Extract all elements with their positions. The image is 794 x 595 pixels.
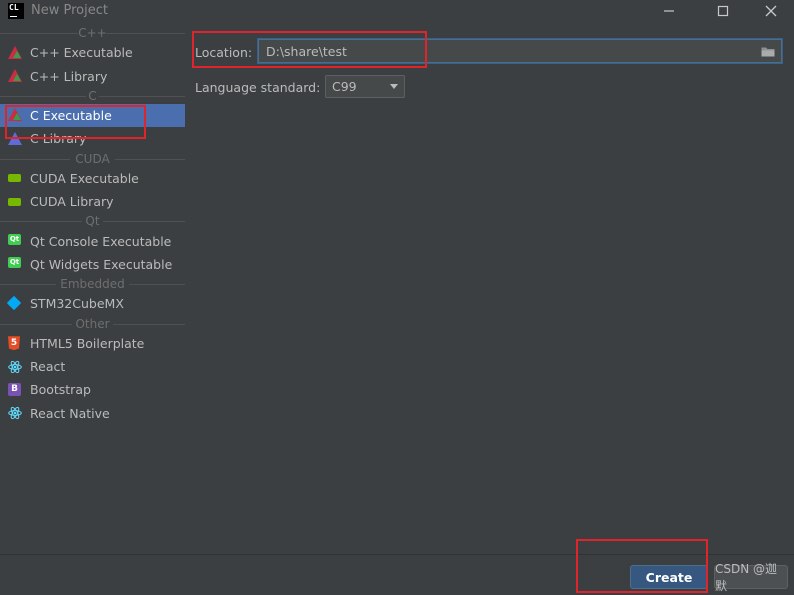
sidebar-item-label: STM32CubeMX [30,296,124,312]
sidebar-item-label: C Executable [30,107,112,123]
sidebar-item-html5-boilerplate[interactable]: 5 HTML5 Boilerplate [0,332,185,355]
stm32-cube-icon [6,295,22,311]
sidebar-item-label: Bootstrap [30,382,91,398]
clion-triangle-icon [8,69,22,83]
sidebar-item-label: React [30,359,66,375]
close-icon [765,5,777,17]
group-separator-cpp: C++ [0,25,185,41]
sidebar-item-label: C Library [30,131,87,147]
clion-logo-icon: CL [8,3,24,19]
maximize-button[interactable] [700,0,746,22]
project-settings-panel: Location: Language standard: C99 [185,25,794,554]
qt-icon: Qt [8,234,21,246]
maximize-icon [717,5,729,17]
group-label-other: Other [75,316,110,331]
sidebar-item-cuda-executable[interactable]: CUDA Executable [0,167,185,190]
react-icon [8,406,22,420]
sidebar-item-bootstrap[interactable]: B Bootstrap [0,378,185,401]
sidebar-item-cpp-executable[interactable]: C++ Executable [0,41,185,64]
app-logo-text: CL [9,3,19,12]
sidebar-item-label: HTML5 Boilerplate [30,335,145,351]
sidebar-item-c-library[interactable]: C Library [0,127,185,150]
title-bar: CL New Project [0,0,794,22]
group-label-embedded: Embedded [60,277,125,292]
react-icon [8,360,22,374]
sidebar-item-label: React Native [30,405,110,421]
location-input[interactable] [258,39,782,63]
group-separator-qt: Qt [0,213,185,229]
bootstrap-icon: B [8,382,22,397]
sidebar-item-cpp-library[interactable]: C++ Library [0,64,185,87]
sidebar-item-cuda-library[interactable]: CUDA Library [0,190,185,213]
group-separator-embedded: Embedded [0,276,185,292]
clion-triangle-icon [8,131,22,146]
minimize-button[interactable] [646,0,692,22]
sidebar-item-react[interactable]: React [0,355,185,378]
group-separator-c: C [0,88,185,104]
group-label-cpp: C++ [78,26,107,40]
sidebar-item-label: C++ Library [30,68,108,84]
group-label-cuda: CUDA [75,151,110,166]
project-type-sidebar: C++ C++ Executable C++ Library C C Execu… [0,25,185,554]
sidebar-item-stm32cubemx[interactable]: STM32CubeMX [0,292,185,315]
language-standard-value: C99 [332,79,357,94]
sidebar-item-qt-widgets-executable[interactable]: Qt Qt Widgets Executable [0,253,185,276]
sidebar-item-label: CUDA Executable [30,170,139,186]
language-standard-label: Language standard: [195,80,321,95]
qt-icon: Qt [8,257,21,269]
create-button[interactable]: Create [630,565,708,589]
nvidia-icon [8,195,22,209]
sidebar-item-label: C++ Executable [30,45,133,61]
clion-triangle-icon [8,45,22,60]
sidebar-item-qt-console-executable[interactable]: Qt Qt Console Executable [0,229,185,252]
sidebar-item-label: Qt Widgets Executable [30,256,173,272]
chevron-down-icon [390,84,398,89]
sidebar-item-label: CUDA Library [30,194,114,210]
folder-icon [761,47,775,57]
group-separator-cuda: CUDA [0,151,185,167]
group-label-c: C [88,88,97,103]
minimize-icon [664,10,674,12]
group-separator-other: Other [0,316,185,332]
nvidia-icon [8,171,22,185]
sidebar-item-label: Qt Console Executable [30,233,172,249]
location-label: Location: [195,45,253,60]
group-label-qt: Qt [85,214,100,229]
sidebar-item-c-executable[interactable]: C Executable [0,103,185,128]
sidebar-item-react-native[interactable]: React Native [0,402,185,425]
html5-icon: 5 [8,336,22,351]
dialog-footer: Create CSDN @迦默 [0,554,794,595]
language-standard-select[interactable]: C99 [325,75,405,98]
cancel-button-watermark[interactable]: CSDN @迦默 [714,562,788,593]
window-title: New Project [31,3,108,18]
clion-triangle-icon [8,108,22,122]
browse-folder-button[interactable] [761,45,775,57]
close-button[interactable] [748,0,794,22]
